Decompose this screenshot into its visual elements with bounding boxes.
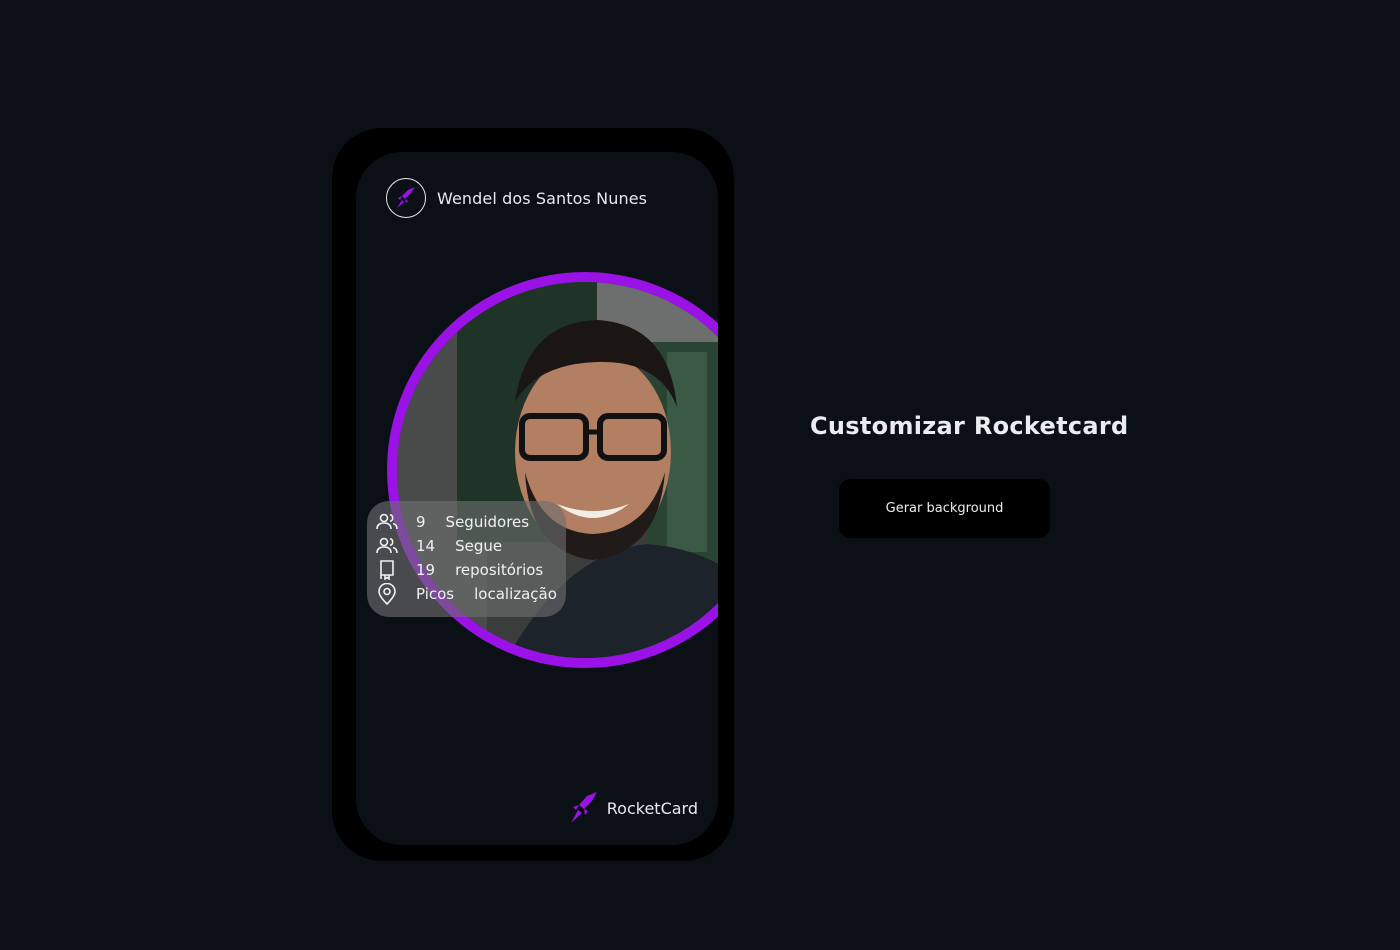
followers-count: 9 [416,513,426,531]
map-pin-icon [376,583,398,605]
repository-icon [376,559,398,581]
followers-label: Seguidores [445,513,530,531]
page: Wendel dos Santos Nunes 9 Seguidores 14 … [0,0,1400,950]
location-value: Picos [416,585,455,603]
rocketcard-phone-frame: Wendel dos Santos Nunes 9 Seguidores 14 … [332,128,734,861]
rocket-icon [570,792,597,823]
repositories-label: repositórios [455,561,544,579]
user-name: Wendel dos Santos Nunes [437,188,648,208]
repositories-count: 19 [416,561,436,579]
users-icon [376,511,398,533]
card-header: Wendel dos Santos Nunes [386,178,647,218]
generate-background-button[interactable]: Gerar background [839,479,1050,538]
rocket-icon [397,187,415,208]
users-icon [376,535,398,557]
brand-name: RocketCard [606,798,698,818]
stat-followers: 9 Seguidores [376,510,566,534]
stat-repositories: 19 repositórios [376,558,566,582]
following-label: Segue [455,537,503,555]
stat-following: 14 Segue [376,534,566,558]
location-label: localização [474,585,557,603]
customize-title: Customizar Rocketcard [810,412,1129,440]
following-count: 14 [416,537,436,555]
stat-location: Picos localização [376,582,566,606]
stats-panel: 9 Seguidores 14 Segue 19 repositórios Pi… [367,501,566,617]
rocketcard-brand: RocketCard [569,791,698,825]
rocketcard-screen: Wendel dos Santos Nunes 9 Seguidores 14 … [356,152,718,845]
rocket-logo-badge [386,178,426,218]
